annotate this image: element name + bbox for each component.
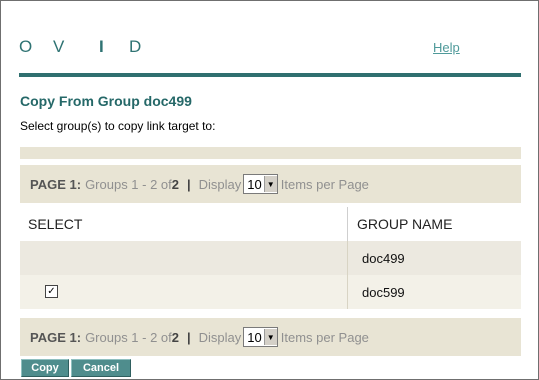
dialog-frame: O V I D Help Copy From Group doc499 Select … (0, 0, 539, 380)
logo-letter-o: O (19, 37, 33, 56)
cancel-button[interactable]: Cancel (71, 359, 131, 377)
page-subtitle: Select group(s) to copy link target to: (20, 119, 216, 133)
pager-range: Groups 1 - 2 of (85, 329, 172, 345)
items-per-page-value: 10 (247, 176, 262, 192)
pager-page-label: PAGE 1: (30, 329, 82, 345)
column-divider (347, 241, 348, 275)
pager-separator: | (187, 176, 191, 192)
pager-top: PAGE 1: Groups 1 - 2 of 2 | Display 10 ▼… (20, 165, 521, 203)
copy-button[interactable]: Copy (21, 359, 69, 377)
pager-per-page-suffix: Items per Page (280, 329, 369, 345)
pager-range: Groups 1 - 2 of (85, 176, 172, 192)
pager-per-page-suffix: Items per Page (280, 176, 369, 192)
chevron-down-icon: ▼ (263, 329, 277, 345)
pager-separator: | (187, 329, 191, 345)
logo-letter-i: I (99, 37, 104, 56)
select-checkbox[interactable]: ✓ (45, 285, 58, 298)
items-per-page-value: 10 (247, 329, 262, 345)
pager-bottom: PAGE 1: Groups 1 - 2 of 2 | Display 10 ▼… (20, 318, 521, 356)
column-divider (347, 207, 348, 241)
pager-page-label: PAGE 1: (30, 176, 82, 192)
column-divider (347, 275, 348, 309)
pager-total: 2 (171, 329, 180, 345)
page-title: Copy From Group doc499 (20, 93, 192, 109)
pager-total: 2 (171, 176, 180, 192)
group-name-cell: doc499 (362, 251, 405, 266)
column-header-group-name: GROUP NAME (357, 216, 453, 232)
chevron-down-icon: ▼ (263, 176, 277, 192)
items-per-page-select[interactable]: 10 ▼ (243, 174, 278, 194)
header-divider (19, 73, 521, 77)
logo-letter-d: D (129, 37, 142, 56)
column-header-select: SELECT (28, 216, 83, 232)
items-per-page-select[interactable]: 10 ▼ (243, 327, 278, 347)
logo-letter-v: V (53, 37, 65, 56)
spacer-band (20, 147, 521, 159)
pager-display-label: Display (198, 176, 242, 192)
pager-display-label: Display (198, 329, 242, 345)
ovid-logo: OVID (19, 37, 141, 57)
help-link[interactable]: Help (433, 40, 460, 55)
table-header: SELECT GROUP NAME (20, 207, 521, 241)
table-row: ✓ doc599 (20, 275, 521, 309)
table-row: doc499 (20, 241, 521, 275)
header: O V I D Help (17, 21, 521, 77)
group-name-cell: doc599 (362, 285, 405, 300)
